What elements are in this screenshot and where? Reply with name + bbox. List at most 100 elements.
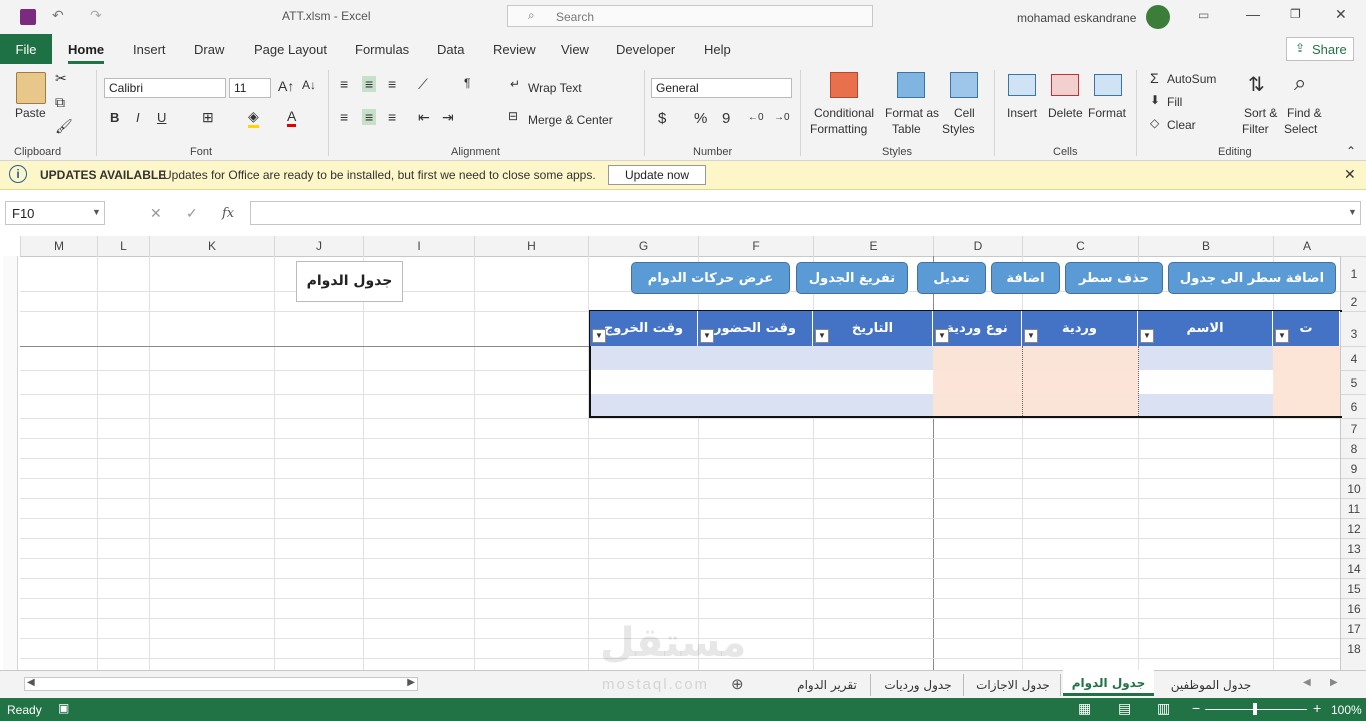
delete-cells-icon[interactable]: [1051, 74, 1079, 96]
expand-formula-icon[interactable]: ▼: [1348, 207, 1357, 217]
column-header-l[interactable]: L: [97, 236, 149, 256]
delete-cells-button[interactable]: Delete: [1048, 106, 1083, 120]
italic-button[interactable]: I: [136, 110, 140, 125]
autosum-button[interactable]: AutoSum: [1167, 72, 1216, 86]
save-icon[interactable]: [20, 9, 36, 25]
enter-icon[interactable]: ✓: [186, 205, 198, 222]
dismiss-updates-icon[interactable]: ✕: [1344, 166, 1356, 183]
copy-icon[interactable]: ⧉: [55, 94, 65, 111]
middle-align-icon[interactable]: ≡: [362, 76, 377, 92]
paste-button[interactable]: Paste: [15, 106, 46, 120]
conditional-label[interactable]: Conditional: [814, 106, 874, 120]
row-header-17[interactable]: 17: [1341, 618, 1366, 638]
next-sheet-icon[interactable]: ▶: [1330, 677, 1338, 688]
avatar[interactable]: [1146, 5, 1170, 29]
increase-decimal-icon[interactable]: ←0: [748, 112, 764, 123]
column-header-i[interactable]: I: [363, 236, 474, 256]
insert-function-button[interactable]: fx: [222, 206, 234, 221]
format-cells-button[interactable]: Format: [1088, 106, 1126, 120]
undo-icon[interactable]: ↶: [52, 7, 64, 24]
comma-button[interactable]: 9: [722, 110, 730, 127]
row-header-1[interactable]: 1: [1341, 256, 1366, 291]
column-header-f[interactable]: F: [698, 236, 813, 256]
cancel-icon[interactable]: ✕: [150, 205, 162, 222]
redo-icon[interactable]: ↷: [90, 7, 102, 24]
sheet-tab-shifts[interactable]: جدول ورديات: [873, 674, 964, 696]
paste-icon[interactable]: [16, 72, 46, 104]
new-sheet-icon[interactable]: ⊕: [731, 675, 744, 693]
minimize-icon[interactable]: —: [1246, 6, 1260, 22]
row-header-6[interactable]: 6: [1341, 394, 1366, 418]
format-as-table-icon[interactable]: [897, 72, 925, 98]
formula-input[interactable]: [250, 201, 1361, 225]
tab-page-layout[interactable]: Page Layout: [254, 42, 327, 57]
merge-center-icon[interactable]: ⊟: [508, 109, 518, 123]
increase-font-icon[interactable]: A↑: [278, 78, 294, 94]
cell-styles-icon[interactable]: [950, 72, 978, 98]
decrease-font-icon[interactable]: A↓: [302, 78, 316, 92]
restore-icon[interactable]: ❐: [1290, 7, 1301, 21]
cut-icon[interactable]: ✂: [55, 70, 67, 87]
top-align-icon[interactable]: ≡: [340, 76, 348, 92]
row-header-7[interactable]: 7: [1341, 418, 1366, 438]
zoom-level[interactable]: 100%: [1331, 703, 1362, 717]
find-label[interactable]: Find &: [1287, 106, 1322, 120]
wrap-text-button[interactable]: Wrap Text: [528, 81, 582, 95]
select-label[interactable]: Select: [1284, 122, 1317, 136]
underline-button[interactable]: U: [157, 110, 166, 125]
merge-center-button[interactable]: Merge & Center: [528, 113, 613, 127]
sheet-tab-employees[interactable]: جدول الموظفين: [1157, 674, 1265, 696]
column-header-d[interactable]: D: [933, 236, 1022, 256]
sort-label[interactable]: Sort &: [1244, 106, 1277, 120]
filter-dropdown-icon[interactable]: ▼: [1024, 329, 1038, 343]
collapse-ribbon-icon[interactable]: ⌃: [1346, 144, 1356, 158]
scroll-left-icon[interactable]: ◀: [27, 677, 35, 688]
normal-view-icon[interactable]: ▦: [1078, 700, 1091, 717]
align-right-icon[interactable]: ≡: [388, 109, 396, 125]
column-header-j[interactable]: J: [274, 236, 363, 256]
rtl-icon[interactable]: ¶: [464, 76, 470, 90]
row-header-15[interactable]: 15: [1341, 578, 1366, 598]
fill-color-icon[interactable]: ◈: [248, 108, 259, 128]
format-painter-icon[interactable]: 🖌: [55, 118, 73, 135]
decrease-indent-icon[interactable]: ⇤: [418, 109, 430, 126]
user-name[interactable]: mohamad eskandrane: [1017, 11, 1136, 25]
row-header-14[interactable]: 14: [1341, 558, 1366, 578]
row-header-12[interactable]: 12: [1341, 518, 1366, 538]
tab-formulas[interactable]: Formulas: [355, 42, 409, 57]
tab-home[interactable]: Home: [68, 42, 105, 64]
clear-button[interactable]: Clear: [1167, 118, 1196, 132]
format-cells-icon[interactable]: [1094, 74, 1122, 96]
bold-button[interactable]: B: [110, 110, 119, 125]
zoom-slider-thumb[interactable]: [1253, 703, 1257, 715]
add-row-button[interactable]: اضافة سطر الى جدول: [1168, 262, 1336, 294]
formatting-label[interactable]: Formatting: [810, 122, 867, 136]
show-attendance-button[interactable]: عرض حركات الدوام: [631, 262, 790, 294]
font-name-select[interactable]: Calibri: [104, 78, 226, 98]
autosum-icon[interactable]: Σ: [1150, 70, 1159, 86]
zoom-out-icon[interactable]: −: [1192, 700, 1200, 716]
fill-button[interactable]: Fill: [1167, 95, 1182, 109]
filter-label[interactable]: Filter: [1242, 122, 1269, 136]
macro-record-icon[interactable]: ▣: [58, 701, 69, 715]
clear-table-button[interactable]: تفريغ الجدول: [796, 262, 908, 294]
insert-cells-button[interactable]: Insert: [1007, 106, 1037, 120]
row-header-9[interactable]: 9: [1341, 458, 1366, 478]
fill-icon[interactable]: ⬇: [1150, 93, 1160, 107]
tab-file[interactable]: File: [0, 34, 52, 64]
column-header-h[interactable]: H: [474, 236, 588, 256]
styles-label[interactable]: Styles: [942, 122, 975, 136]
conditional-formatting-icon[interactable]: [830, 72, 858, 98]
table-label[interactable]: Table: [892, 122, 921, 136]
scroll-right-icon[interactable]: ▶: [407, 677, 415, 688]
row-header-10[interactable]: 10: [1341, 478, 1366, 498]
sort-filter-icon[interactable]: ⇅: [1248, 72, 1265, 97]
row-header-2[interactable]: 2: [1341, 291, 1366, 311]
add-button[interactable]: اضافة: [991, 262, 1060, 294]
filter-dropdown-icon[interactable]: ▼: [592, 329, 606, 343]
find-select-icon[interactable]: ⌕: [1294, 70, 1306, 96]
percent-button[interactable]: %: [694, 110, 707, 127]
edit-button[interactable]: تعديل: [917, 262, 986, 294]
cell-label[interactable]: Cell: [954, 106, 975, 120]
borders-icon[interactable]: ⊞: [202, 109, 214, 126]
